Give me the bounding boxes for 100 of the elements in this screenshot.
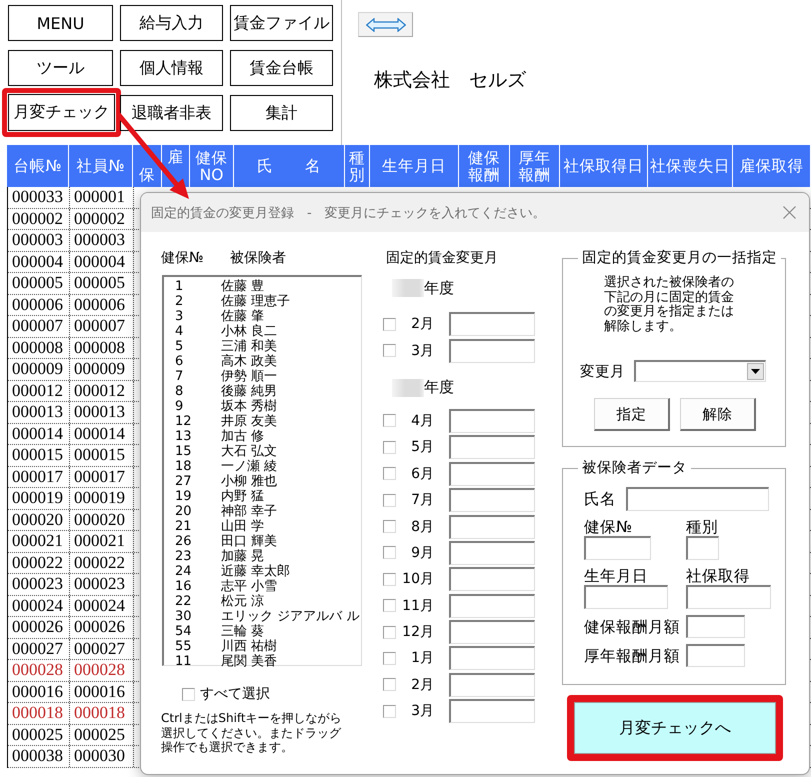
menu-button[interactable]: 給与入力 <box>120 5 223 41</box>
checkbox[interactable] <box>383 467 396 480</box>
list-item[interactable]: 12 井原 友美 <box>175 414 359 429</box>
input-field[interactable] <box>449 699 535 724</box>
input-field[interactable] <box>584 585 668 609</box>
description-text: 選択された被保険者の下記の月に固定的賃金の変更月を指定または解除します。 <box>604 276 735 334</box>
input-field[interactable] <box>449 312 535 336</box>
input-field[interactable] <box>686 536 719 560</box>
list-item[interactable]: 22 松元 涼 <box>175 594 359 609</box>
list-item[interactable]: 15 大石 弘文 <box>175 444 359 459</box>
checkbox[interactable] <box>383 652 396 665</box>
list-item[interactable]: 23 加藤 晃 <box>175 549 359 564</box>
list-item[interactable]: 7 伊勢 順一 <box>175 369 359 384</box>
table-cell: 000024 <box>8 596 70 616</box>
list-item[interactable]: 20 神部 幸子 <box>175 504 359 519</box>
table-cell: 000013 <box>8 402 70 422</box>
menu-button[interactable]: 賃金台帳 <box>230 50 333 86</box>
action-button[interactable]: 解除 <box>680 398 756 431</box>
list-item[interactable]: 8 後藤 純男 <box>175 384 359 399</box>
checkbox[interactable] <box>182 688 195 700</box>
column-header: 氏 名 <box>234 145 345 187</box>
checkbox[interactable] <box>383 599 396 612</box>
submit-button[interactable]: 月変チェックへ <box>574 702 776 754</box>
table-cell: 000030 <box>70 746 134 766</box>
input-field[interactable] <box>449 408 535 433</box>
list-item[interactable]: 18 一ノ瀬 綾 <box>175 459 359 474</box>
list-item[interactable]: 2 佐藤 理恵子 <box>175 294 359 309</box>
table-cell: 000013 <box>70 402 134 422</box>
checkbox-label[interactable]: すべて選択 <box>200 686 270 702</box>
checkbox[interactable] <box>383 440 396 454</box>
checkbox[interactable] <box>383 704 396 718</box>
table-cell: 000015 <box>70 445 134 466</box>
month-label: 8月 <box>410 518 434 536</box>
column-header: 厚年報酬 <box>510 145 560 187</box>
list-item[interactable]: 16 志平 小雪 <box>175 579 359 594</box>
checkbox[interactable] <box>383 678 396 692</box>
swap-button[interactable] <box>358 12 413 37</box>
list-item[interactable]: 4 小林 良二 <box>175 324 359 339</box>
section-title: 固定的賃金変更月 <box>386 250 498 267</box>
input-field[interactable] <box>449 567 535 592</box>
checkbox[interactable] <box>383 344 396 358</box>
menu-button[interactable]: 集計 <box>230 95 333 131</box>
table-cell: 000009 <box>70 359 134 380</box>
checkbox[interactable] <box>383 494 396 507</box>
table-cell: 000003 <box>8 230 70 250</box>
input-field[interactable] <box>449 646 535 670</box>
list-item[interactable]: 1 佐藤 豊 <box>175 279 359 294</box>
input-field[interactable] <box>449 620 535 644</box>
checkbox[interactable] <box>383 546 396 560</box>
input-field[interactable] <box>686 644 745 667</box>
column-header: 雇保取得 <box>733 145 811 187</box>
list-item[interactable]: 26 田口 輝美 <box>175 534 359 549</box>
table-cell: 000026 <box>8 617 70 638</box>
list-item[interactable]: 5 三浦 和美 <box>175 339 359 354</box>
month-dropdown[interactable] <box>634 360 766 382</box>
group-title: 固定的賃金変更月の一括指定 <box>581 250 778 267</box>
input-field[interactable] <box>449 540 535 565</box>
input-field[interactable] <box>686 585 771 609</box>
month-label: 1月 <box>410 649 434 668</box>
list-item[interactable]: 3 佐藤 肇 <box>175 309 359 324</box>
menu-button[interactable]: ツール <box>8 50 113 86</box>
checkbox[interactable] <box>383 318 396 331</box>
checkbox[interactable] <box>383 626 396 639</box>
list-item[interactable]: 19 内野 猛 <box>175 489 359 504</box>
list-box[interactable] <box>162 275 362 666</box>
menu-button[interactable]: 賃金ファイル <box>230 5 333 41</box>
list-item[interactable]: 55 川西 祐樹 <box>175 639 359 654</box>
input-field[interactable] <box>449 488 535 512</box>
input-field[interactable] <box>449 514 535 539</box>
input-field[interactable] <box>449 672 535 697</box>
menu-button[interactable]: 退職者非表 <box>120 95 223 131</box>
list-item[interactable]: 6 高木 政美 <box>175 354 359 369</box>
checkbox[interactable] <box>383 414 396 428</box>
input-field[interactable] <box>449 338 535 363</box>
input-field[interactable] <box>686 615 745 638</box>
field-label: 生年月日 <box>584 567 648 585</box>
input-field[interactable] <box>449 435 535 460</box>
menu-button[interactable]: MENU <box>8 5 113 41</box>
list-item[interactable]: 13 加古 修 <box>175 429 359 444</box>
list-item[interactable]: 9 坂本 秀樹 <box>175 399 359 414</box>
input-field[interactable] <box>449 594 535 618</box>
field-label: 厚年報酬月額 <box>584 646 681 664</box>
list-item[interactable]: 24 近藤 幸太郎 <box>175 564 359 579</box>
table-cell: 000022 <box>70 552 134 573</box>
menu-button[interactable]: 月変チェック <box>8 94 115 131</box>
checkbox[interactable] <box>383 520 396 534</box>
list-item[interactable]: 21 山田 学 <box>175 519 359 534</box>
list-item[interactable]: 11 尾関 美香 <box>175 654 359 669</box>
input-field[interactable] <box>449 462 535 486</box>
checkbox[interactable] <box>383 572 396 586</box>
list-item[interactable]: 30 エリック ジアアルバ ル <box>175 609 359 624</box>
input-field[interactable] <box>626 487 769 511</box>
list-header: 被保険者 <box>230 250 286 267</box>
double-arrow-icon <box>366 18 406 32</box>
list-item[interactable]: 27 小柳 雅也 <box>175 474 359 489</box>
column-header: 生年月日 <box>370 145 459 187</box>
list-item[interactable]: 54 三輪 葵 <box>175 624 359 639</box>
input-field[interactable] <box>584 536 651 560</box>
action-button[interactable]: 指定 <box>594 398 670 431</box>
menu-button[interactable]: 個人情報 <box>120 50 223 86</box>
